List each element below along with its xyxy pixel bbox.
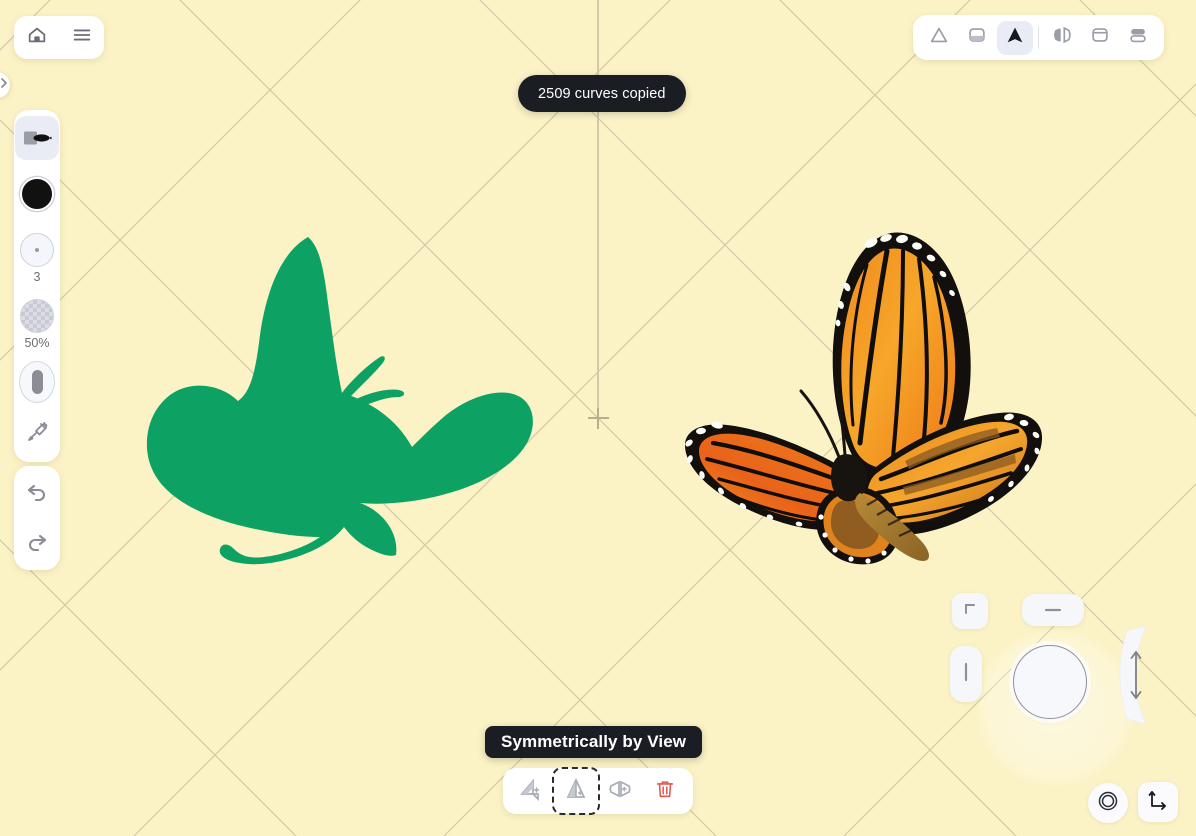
- dash-icon: [1043, 601, 1063, 619]
- brush-size-value: 3: [33, 270, 41, 284]
- triangle-fold-plus-icon: [519, 777, 543, 806]
- corner-snap-button[interactable]: [952, 593, 988, 629]
- axis-toggle-button[interactable]: [1138, 782, 1178, 822]
- symmetry-guide-line: [597, 0, 599, 420]
- tool-mirror[interactable]: [1044, 21, 1080, 55]
- orbit-wheel[interactable]: [1013, 645, 1087, 719]
- square-half-fill-icon: [966, 24, 988, 51]
- chevron-right-icon: [0, 76, 8, 94]
- stacked-pills-icon: [1127, 24, 1149, 51]
- sidebar-item-brush-tool[interactable]: [15, 116, 59, 160]
- undo-button[interactable]: [18, 474, 56, 512]
- cursor-arrow-icon: [1004, 24, 1026, 51]
- history-rail: [14, 466, 60, 570]
- undo-icon: [25, 479, 49, 508]
- sidebar-item-brush-opacity[interactable]: 50%: [15, 294, 59, 352]
- axis-arrows-icon: [1146, 788, 1170, 817]
- top-left-toolbar: [14, 16, 104, 59]
- sidebar-item-brush-shape[interactable]: [15, 360, 59, 404]
- vertical-level-button[interactable]: [950, 646, 982, 702]
- trash-icon: [654, 778, 676, 805]
- navigation-gizmo: [930, 580, 1180, 830]
- color-swatch-button: [15, 172, 59, 216]
- sidebar-item-eyedropper-tool[interactable]: [15, 410, 59, 454]
- drawing-app-window: 3 50% 2509 curves copied Symmetrically b…: [0, 0, 1196, 836]
- home-icon: [26, 24, 48, 51]
- tool-frame[interactable]: [1082, 21, 1118, 55]
- brush-shape-button: [15, 360, 59, 404]
- brush-size-button: [15, 228, 59, 272]
- tool-fill-half[interactable]: [959, 21, 995, 55]
- green-butterfly-sketch[interactable]: [130, 215, 540, 570]
- sidebar-item-brush-size[interactable]: 3: [15, 228, 59, 286]
- tool-cursor-arrow[interactable]: [997, 20, 1033, 55]
- tilt-slider[interactable]: [1115, 625, 1155, 725]
- recenter-button[interactable]: [1088, 783, 1128, 823]
- size-circle: [20, 233, 54, 267]
- mode-toolbar: [913, 15, 1164, 60]
- rounded-rect-icon: [1089, 24, 1111, 51]
- redo-button[interactable]: [18, 524, 56, 562]
- opacity-checker-circle: [20, 299, 54, 333]
- triangle-mirror-plus-icon: [564, 777, 588, 806]
- redo-icon: [25, 529, 49, 558]
- corner-bracket-icon: [962, 601, 978, 622]
- menu-icon: [71, 24, 93, 51]
- sidebar-item-color-swatch[interactable]: [15, 172, 59, 216]
- tool-layers[interactable]: [1120, 21, 1156, 55]
- brush-opacity-button: [15, 294, 59, 338]
- shape-oval-icon: [19, 361, 55, 403]
- horizon-level-button[interactable]: [1022, 594, 1084, 626]
- home-button[interactable]: [20, 21, 54, 55]
- duplicate-rotated-button[interactable]: [514, 774, 548, 808]
- tool-triangle-outline[interactable]: [921, 21, 957, 55]
- toast-message: 2509 curves copied: [538, 85, 666, 102]
- monarch-butterfly-reference[interactable]: [655, 225, 1055, 575]
- brush-opacity-value: 50%: [24, 336, 50, 350]
- brush-tool-rail: 3 50%: [14, 110, 60, 462]
- tooltip-label: Symmetrically by View: [501, 732, 687, 751]
- target-circles-icon: [1096, 789, 1120, 818]
- eyedropper-icon: [15, 410, 59, 454]
- mirror-icon: [1051, 24, 1073, 51]
- mirror-horizontal-button[interactable]: [603, 774, 637, 808]
- bowtie-mirror-plus-icon: [608, 777, 632, 806]
- toast-notification: 2509 curves copied: [518, 75, 686, 112]
- menu-button[interactable]: [65, 21, 99, 55]
- delete-button[interactable]: [648, 774, 682, 808]
- transform-toolbar: [503, 767, 693, 815]
- current-color-circle: [20, 177, 54, 211]
- vertical-bar-icon: [962, 661, 970, 688]
- tooltip-symmetrically-by-view: Symmetrically by View: [485, 726, 703, 758]
- brush-icon: [15, 116, 59, 160]
- triangle-outline-icon: [928, 24, 950, 51]
- duplicate-symmetric-button[interactable]: [551, 767, 600, 815]
- toolbar-divider: [1038, 26, 1039, 49]
